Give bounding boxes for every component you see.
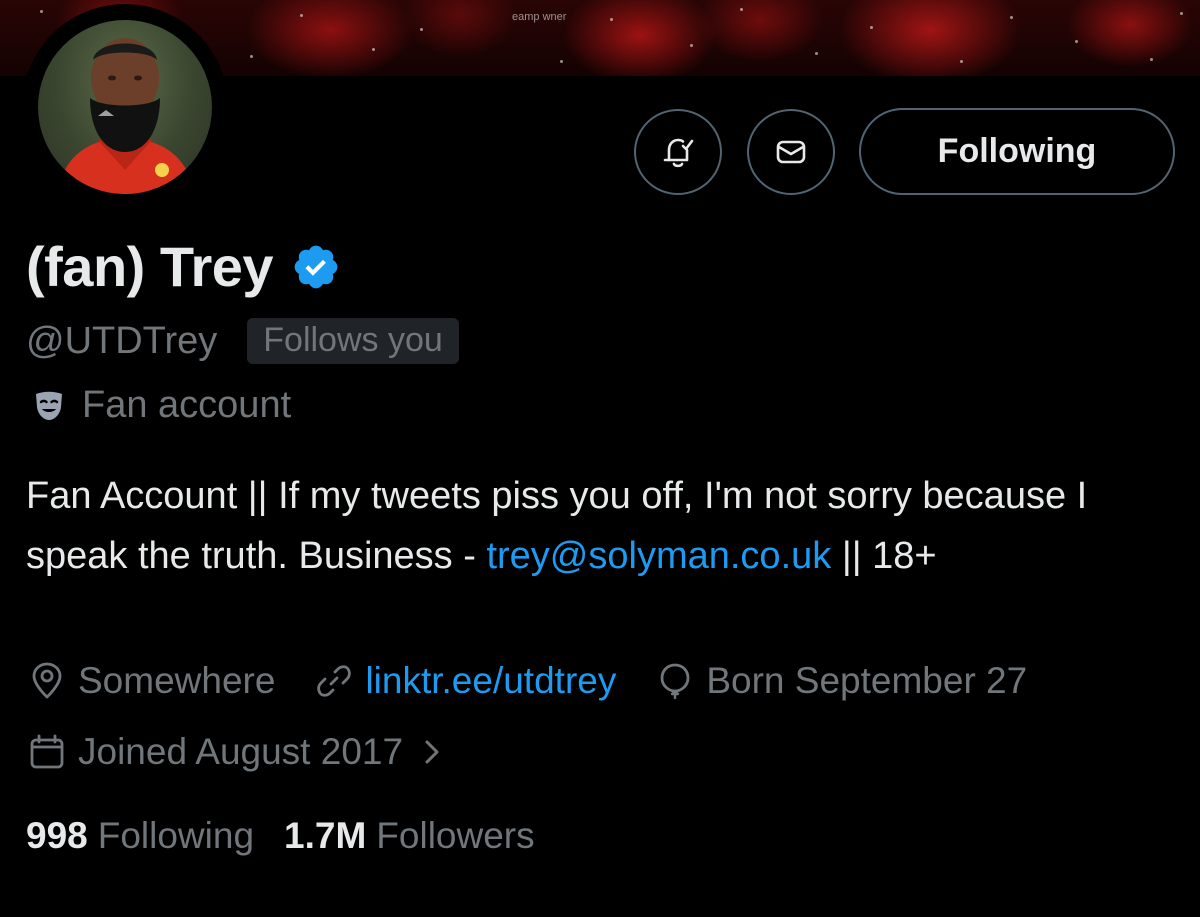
following-count: 998	[26, 815, 88, 856]
display-name-row: (fan) Trey	[26, 234, 341, 299]
handle-row: @UTDTrey Follows you	[26, 318, 459, 364]
message-button[interactable]	[747, 109, 835, 195]
avatar[interactable]	[38, 20, 212, 194]
bio: Fan Account || If my tweets piss you off…	[26, 466, 1176, 586]
account-label: Fan account	[82, 384, 292, 426]
balloon-icon	[660, 663, 690, 700]
bell-check-icon	[663, 138, 694, 168]
following-label: Following	[97, 815, 255, 856]
follows-you-badge: Follows you	[247, 318, 459, 364]
birthday: Born September 27	[654, 660, 1027, 702]
banner-sponsor-text: eamp wner	[512, 11, 567, 23]
display-name: (fan) Trey	[26, 235, 274, 298]
calendar-icon	[30, 734, 64, 769]
avatar-photo	[58, 38, 194, 194]
location-text: Somewhere	[78, 660, 276, 701]
birthday-text: Born September 27	[706, 660, 1028, 701]
following-button[interactable]: Following	[859, 108, 1175, 195]
theater-masks-icon	[36, 391, 62, 420]
bio-suffix: || 18+	[831, 535, 937, 577]
chevron-right-icon	[425, 740, 439, 764]
location: Somewhere	[26, 660, 275, 702]
followers-label: Followers	[376, 815, 535, 856]
joined-text: Joined August 2017	[78, 731, 404, 772]
website[interactable]: linktr.ee/utdtrey	[313, 660, 616, 702]
joined-date[interactable]: Joined August 2017	[26, 731, 447, 773]
notifications-button[interactable]	[634, 109, 722, 195]
profile-meta-row: Somewhere linktr.ee/utdtrey Born Septemb…	[26, 660, 1065, 702]
followers-stat[interactable]: 1.7M Followers	[284, 815, 535, 857]
location-pin-icon	[32, 662, 62, 699]
website-link[interactable]: linktr.ee/utdtrey	[365, 660, 616, 702]
account-label-row[interactable]: Fan account	[30, 384, 291, 427]
handle: @UTDTrey	[26, 319, 218, 362]
following-stat[interactable]: 998 Following	[26, 815, 254, 857]
followers-count: 1.7M	[284, 815, 367, 856]
verified-badge-icon[interactable]	[291, 242, 341, 292]
envelope-icon	[776, 140, 806, 164]
follow-stats: 998 Following 1.7M Followers	[26, 815, 565, 857]
bio-email-link[interactable]: trey@solyman.co.uk	[486, 535, 831, 577]
link-icon	[317, 665, 352, 697]
